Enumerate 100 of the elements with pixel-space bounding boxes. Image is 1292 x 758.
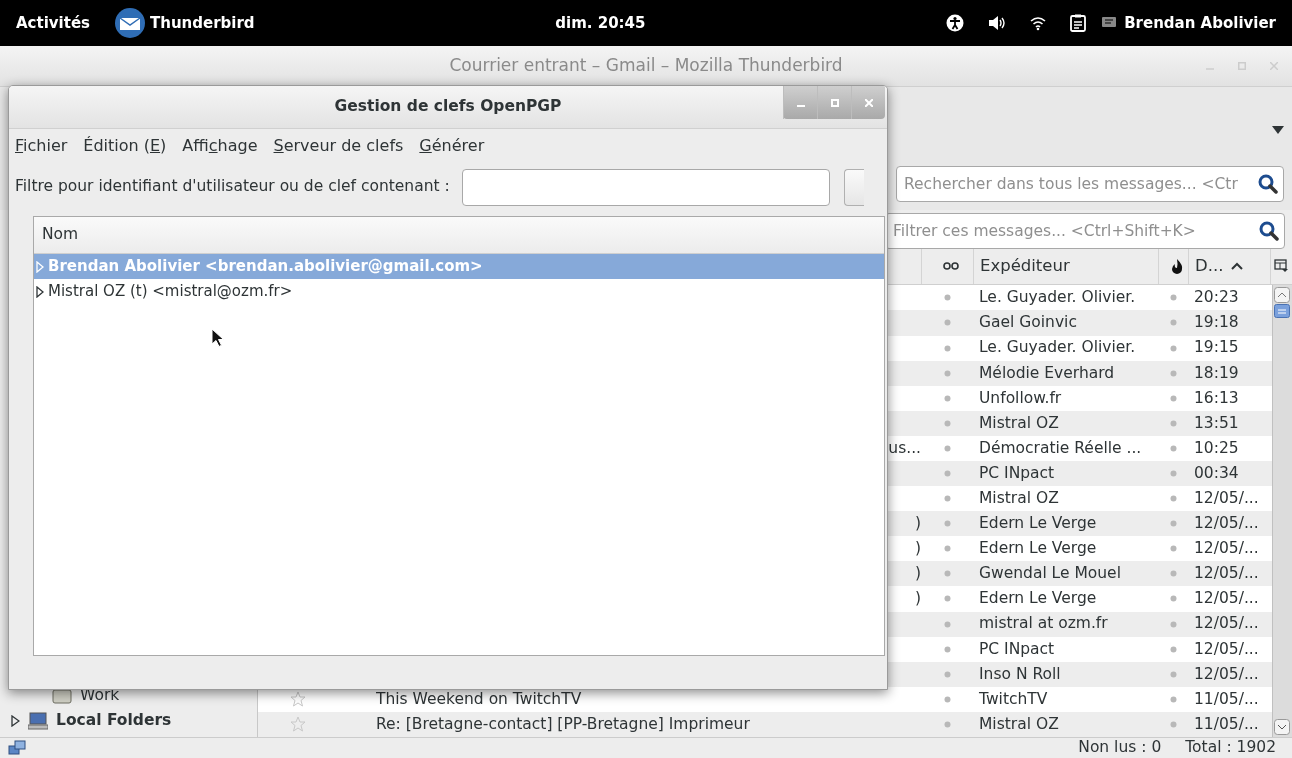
sender-text: Gwendal Le Mouel (979, 563, 1121, 585)
sender-text: Unfollow.fr (979, 387, 1062, 409)
sender-text: Edern Le Verge (979, 538, 1097, 560)
status-dot-icon (943, 444, 951, 452)
status-dot-icon (943, 670, 951, 678)
column-header[interactable]: D... (1188, 248, 1270, 285)
subject-text: This Weekend on TwitchTV (376, 688, 582, 710)
date-text: 10:25 (1194, 437, 1239, 459)
menu-item[interactable]: Édition (E) (83, 134, 167, 158)
search-icon[interactable] (1259, 221, 1279, 241)
status-dot-icon (1169, 470, 1177, 477)
subject-text: us... (888, 437, 921, 459)
status-dot-icon (943, 344, 951, 352)
folder-item[interactable]: Local Folders (0, 708, 257, 733)
column-header[interactable]: Expéditeur (973, 248, 1158, 285)
thread-icon (942, 262, 959, 271)
status-dot-icon (1169, 720, 1177, 728)
date-text: 18:19 (1194, 362, 1239, 384)
search-field[interactable]: Rechercher dans tous les messages... <Ctr (896, 166, 1284, 202)
scroll-thumb-icon[interactable] (1274, 304, 1290, 319)
status-dot-icon (943, 620, 951, 628)
date-text: 12/05/... (1194, 538, 1259, 560)
status-dot-icon (943, 470, 951, 477)
status-dot-icon (943, 720, 951, 728)
date-text: 19:18 (1194, 312, 1239, 334)
status-dot-icon (943, 645, 951, 653)
sender-text: Mistral OZ (979, 412, 1059, 434)
unread-count: Non lus : 0 (1078, 737, 1162, 758)
status-dot-icon (943, 319, 951, 327)
chat-icon (1102, 17, 1117, 29)
collapsed-triangle-icon[interactable] (10, 714, 20, 727)
column-header[interactable] (1270, 248, 1290, 285)
clock[interactable]: dim. 20:45 (555, 11, 646, 35)
scroll-down-icon[interactable] (1274, 719, 1290, 735)
accessibility-icon[interactable] (946, 14, 965, 32)
flame-icon (1170, 258, 1183, 275)
search-icon[interactable] (1258, 174, 1278, 194)
star-icon[interactable] (290, 716, 306, 733)
column-header[interactable]: Nom (42, 223, 79, 247)
dropdown-arrow-icon[interactable] (1272, 126, 1284, 134)
key-row[interactable]: Mistral OZ (t) <mistral@ozm.fr> (34, 279, 884, 304)
subject-text: Re: [Bretagne-contact] [PP-Bretagne] Imprimeur (376, 713, 750, 735)
total-count: Total : 1902 (1185, 737, 1276, 758)
sort-up-icon (1231, 262, 1244, 271)
status-dot-icon (1169, 695, 1177, 703)
date-text: 12/05/... (1194, 488, 1259, 509)
network-icon[interactable] (8, 740, 26, 756)
star-icon[interactable] (290, 691, 306, 708)
filter-input[interactable] (461, 168, 830, 206)
status-dot-icon (1169, 369, 1177, 377)
status-dot-icon (1169, 645, 1177, 653)
date-text: 12/05/... (1194, 663, 1259, 685)
status-dot-icon (943, 495, 951, 503)
sender-text: Mistral OZ (979, 488, 1059, 509)
sender-text: Inso N Roll (979, 663, 1061, 685)
date-text: 11/05/... (1194, 688, 1259, 710)
dialog-title: Gestion de clefs OpenPGP (334, 96, 562, 118)
collapsed-triangle-icon[interactable] (36, 285, 44, 298)
status-dot-icon (943, 545, 951, 553)
menu-item[interactable]: Affichage (182, 134, 258, 158)
status-dot-icon (943, 695, 951, 703)
app-menu[interactable]: Thunderbird (114, 7, 255, 39)
scroll-up-icon[interactable] (1274, 287, 1290, 304)
menu-item[interactable]: Générer (419, 134, 485, 158)
status-dot-icon (943, 394, 951, 402)
status-dot-icon (943, 369, 951, 377)
subject-text: ) (914, 563, 921, 585)
sender-text: mistral at ozm.fr (979, 613, 1108, 635)
menu-item[interactable]: Fichier (15, 134, 68, 158)
sender-text: Mélodie Everhard (979, 362, 1115, 384)
date-text: 00:34 (1194, 462, 1239, 484)
status-dot-icon (1169, 419, 1177, 427)
filter-field[interactable]: Filtrer ces messages... <Ctrl+Shift+K> (885, 213, 1285, 249)
column-picker-icon[interactable] (1274, 259, 1288, 274)
date-text: 11/05/... (1194, 713, 1259, 735)
sender-text: Edern Le Verge (979, 588, 1097, 610)
message-row[interactable]: Re: [Bretagne-contact] [PP-Bretagne] Imprimeur Mistral OZ 11/05/... (258, 711, 1272, 737)
volume-icon[interactable] (988, 15, 1007, 31)
sender-text: TwitchTV (979, 688, 1048, 710)
date-text: 12/05/... (1194, 638, 1259, 660)
status-dot-icon (1169, 670, 1177, 678)
mouse-pointer-icon (211, 328, 225, 348)
status-dot-icon (1169, 394, 1177, 402)
subject-text: ) (914, 513, 921, 535)
status-dot-icon (1169, 444, 1177, 452)
activities-button[interactable]: Activités (16, 11, 90, 35)
status-dot-icon (1169, 595, 1177, 603)
status-dot-icon (1169, 545, 1177, 553)
scrollbar[interactable] (1272, 285, 1292, 737)
user-menu[interactable]: Brendan Abolivier (1102, 11, 1276, 35)
computer-icon (28, 711, 48, 730)
status-dot-icon (1169, 520, 1177, 528)
status-dot-icon (943, 570, 951, 578)
sender-text: Le. Guyader. Olivier. (979, 337, 1136, 359)
wifi-icon[interactable] (1030, 15, 1047, 31)
status-dot-icon (943, 520, 951, 528)
clipboard-icon[interactable] (1070, 14, 1087, 32)
subject-text: ) (914, 538, 921, 560)
status-dot-icon (1169, 344, 1177, 352)
menu-item[interactable]: Serveur de clefs (273, 134, 404, 158)
